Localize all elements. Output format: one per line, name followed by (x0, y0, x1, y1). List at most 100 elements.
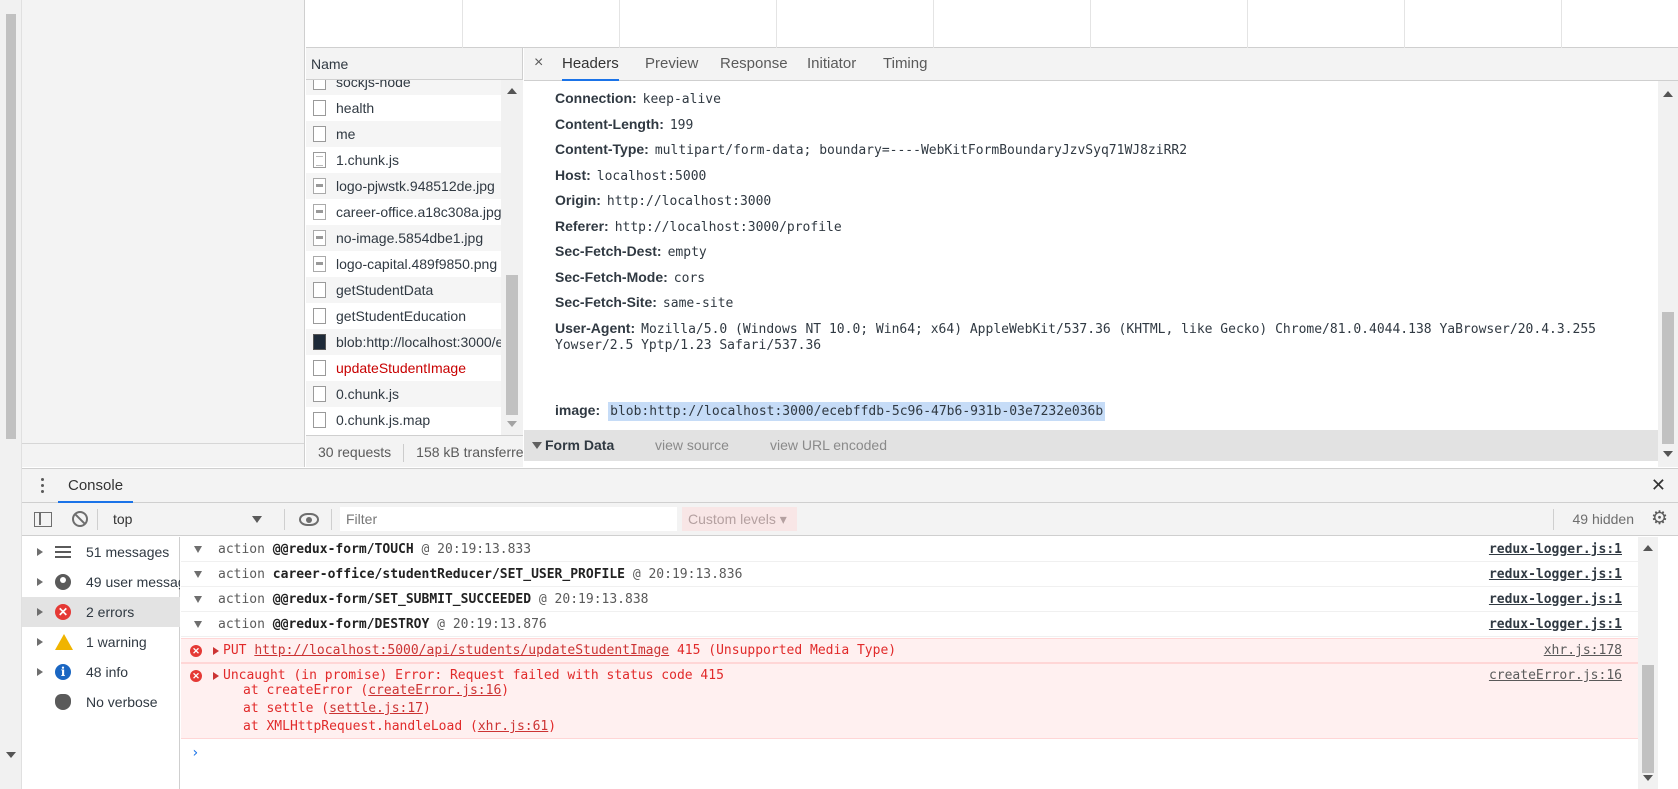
tab-console[interactable]: Console (58, 469, 134, 503)
show-sidebar-icon[interactable] (34, 512, 52, 527)
request-row[interactable]: getStudentEducation (306, 303, 501, 329)
request-name: logo-capital.489f9850.png (336, 256, 498, 272)
live-expression-eye-icon[interactable] (299, 513, 319, 526)
scroll-up-icon[interactable] (1643, 545, 1653, 551)
request-list-scrollbar[interactable] (501, 80, 523, 435)
console-message[interactable]: action career-office/studentReducer/SET_… (181, 562, 1658, 587)
scrollbar-thumb[interactable] (1642, 665, 1654, 773)
source-link[interactable]: redux-logger.js:1 (1489, 587, 1622, 612)
scroll-down-icon[interactable] (507, 421, 517, 427)
clear-console-icon[interactable] (72, 511, 88, 527)
view-url-encoded-link[interactable]: view URL encoded (770, 437, 887, 453)
filter-input[interactable] (340, 507, 677, 531)
context-selector[interactable]: top (105, 503, 268, 535)
expand-triangle-icon[interactable] (194, 596, 202, 603)
tab-headers[interactable]: Headers (562, 48, 619, 81)
expand-arrow-icon[interactable] (37, 668, 43, 676)
log-levels-dropdown[interactable]: Custom levels ▾ (682, 507, 797, 531)
scroll-down-icon[interactable] (1643, 775, 1653, 781)
scroll-up-icon[interactable] (1663, 91, 1673, 97)
request-row[interactable]: blob:http://localhost:3000/ecebffdb (306, 329, 501, 355)
request-row[interactable]: getStudentData (306, 277, 501, 303)
name-column-header[interactable]: Name (306, 48, 522, 80)
expand-arrow-icon[interactable] (37, 578, 43, 586)
expand-triangle-icon[interactable] (213, 647, 219, 655)
form-data-field: image: blob:http://localhost:3000/ecebffd… (555, 402, 1106, 421)
sidebar-item-errors[interactable]: ✕ 2 errors (22, 597, 180, 627)
request-name: sockjs-node (336, 80, 411, 90)
sidebar-item-messages[interactable]: 51 messages (22, 537, 180, 567)
more-tools-icon[interactable] (41, 478, 45, 494)
console-scrollbar[interactable] (1638, 537, 1658, 789)
request-row[interactable]: career-office.a18c308a.jpg (306, 199, 501, 225)
sidebar-item-verbose[interactable]: No verbose (22, 687, 180, 717)
stack-link[interactable]: settle.js:17 (329, 701, 423, 716)
tab-preview[interactable]: Preview (645, 48, 698, 81)
console-message[interactable]: action @@redux-form/DESTROY @ 20:19:13.8… (181, 612, 1658, 637)
details-scrollbar[interactable] (1658, 81, 1678, 467)
collapse-triangle-icon[interactable] (532, 442, 542, 449)
stack-link[interactable]: xhr.js:61 (478, 719, 548, 734)
request-row[interactable]: no-image.5854dbe1.jpg (306, 225, 501, 251)
expand-triangle-icon[interactable] (194, 546, 202, 553)
request-row[interactable]: sockjs-node (306, 80, 501, 95)
expand-arrow-icon[interactable] (37, 548, 43, 556)
source-link[interactable]: xhr.js:178 (1544, 639, 1622, 663)
request-row[interactable]: logo-capital.489f9850.png (306, 251, 501, 277)
action-name: career-office/studentReducer/SET_USER_PR… (272, 567, 625, 582)
gear-icon[interactable]: ⚙ (1651, 509, 1668, 528)
tab-initiator[interactable]: Initiator (807, 48, 856, 81)
expand-arrow-icon[interactable] (37, 638, 43, 646)
scrollbar-thumb[interactable] (506, 275, 518, 415)
header-key: Sec-Fetch-Site: (555, 294, 657, 310)
request-url-link[interactable]: http://localhost:5000/api/students/updat… (254, 643, 669, 658)
console-message[interactable]: action @@redux-form/TOUCH @ 20:19:13.833… (181, 537, 1658, 562)
action-name: @@redux-form/SET_SUBMIT_SUCCEEDED (272, 592, 532, 607)
header-value: same-site (662, 296, 734, 311)
scrollbar-thumb[interactable] (1662, 312, 1674, 444)
tab-response[interactable]: Response (720, 48, 788, 81)
header-key: User-Agent: (555, 319, 636, 336)
header-key: Content-Type: (555, 141, 649, 157)
scroll-up-icon[interactable] (507, 88, 517, 94)
request-row[interactable]: logo-pjwstk.948512de.jpg (306, 173, 501, 199)
document-icon (313, 100, 326, 116)
console-error-message[interactable]: ✕ Uncaught (in promise) Error: Request f… (181, 663, 1658, 739)
source-link[interactable]: redux-logger.js:1 (1489, 612, 1622, 637)
sidebar-item-warnings[interactable]: 1 warning (22, 627, 180, 657)
request-row[interactable]: me (306, 121, 501, 147)
source-link[interactable]: createError.js:16 (1489, 664, 1622, 688)
console-message[interactable]: action @@redux-form/SET_SUBMIT_SUCCEEDED… (181, 587, 1658, 612)
form-field-value[interactable]: blob:http://localhost:3000/ecebffdb-5c96… (608, 402, 1106, 421)
console-prompt[interactable]: › (191, 745, 199, 761)
close-icon[interactable]: × (534, 54, 543, 72)
page-scrollbar[interactable] (0, 0, 22, 789)
scroll-down-icon[interactable] (1663, 451, 1673, 457)
tab-timing[interactable]: Timing (883, 48, 927, 81)
view-source-link[interactable]: view source (655, 437, 729, 453)
sidebar-item-user-messages[interactable]: 49 user messages (22, 567, 180, 597)
source-link[interactable]: redux-logger.js:1 (1489, 562, 1622, 587)
close-drawer-icon[interactable]: ✕ (1651, 475, 1666, 496)
expand-arrow-icon[interactable] (37, 608, 43, 616)
sidebar-item-info[interactable]: i 48 info (22, 657, 180, 687)
request-row[interactable]: 1.chunk.js (306, 147, 501, 173)
form-data-section[interactable]: Form Data view source view URL encoded (524, 430, 1658, 461)
page-scrollbar-thumb[interactable] (6, 14, 16, 439)
expand-triangle-icon[interactable] (213, 672, 219, 680)
console-error-message[interactable]: ✕ PUT http://localhost:5000/api/students… (181, 638, 1658, 663)
request-row[interactable]: health (306, 95, 501, 121)
expand-triangle-icon[interactable] (194, 621, 202, 628)
scroll-down-icon[interactable] (6, 752, 16, 758)
header-value: Yowser/2.5 Yptp/1.23 Safari/537.36 (555, 338, 822, 353)
request-row[interactable]: updateStudentImage (306, 355, 501, 381)
stack-frame: at settle (settle.js:17) (243, 701, 431, 716)
expand-triangle-icon[interactable] (194, 571, 202, 578)
image-icon (313, 230, 326, 246)
request-name: logo-pjwstk.948512de.jpg (336, 178, 495, 194)
source-link[interactable]: redux-logger.js:1 (1489, 537, 1622, 562)
stack-link[interactable]: createError.js:16 (368, 683, 501, 698)
request-row[interactable]: 0.chunk.js.map (306, 407, 501, 433)
header-line: Connection: keep-alive (555, 90, 721, 107)
request-row[interactable]: 0.chunk.js (306, 381, 501, 407)
